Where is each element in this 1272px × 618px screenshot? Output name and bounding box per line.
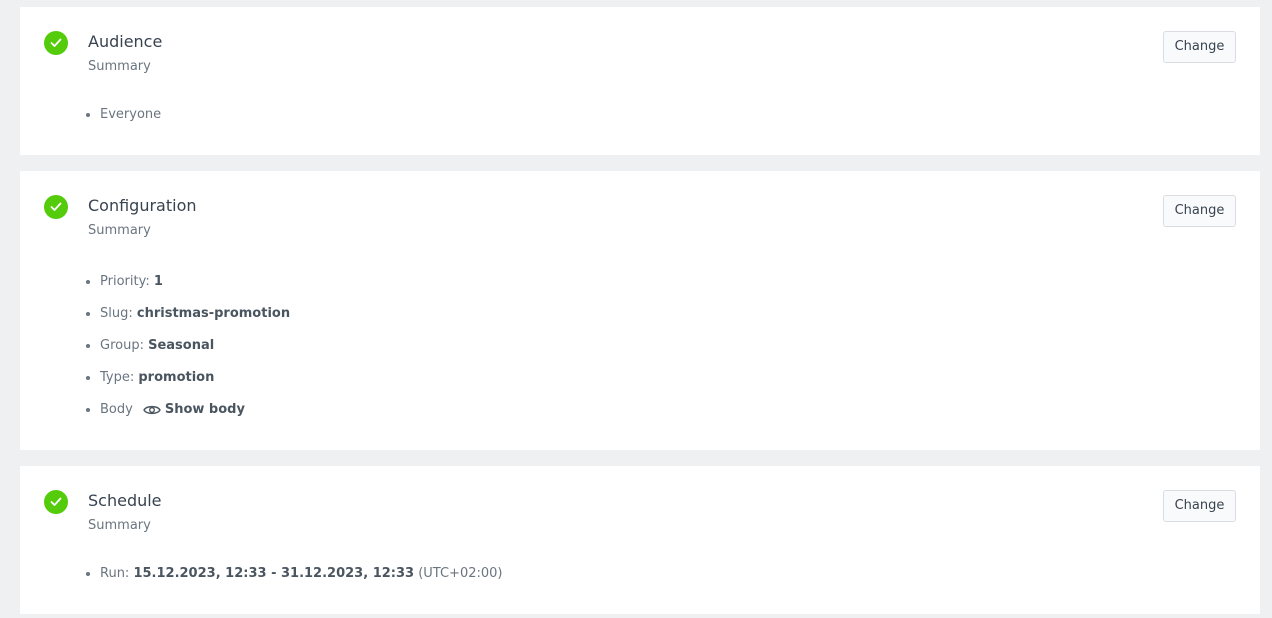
card-subtitle: Summary bbox=[88, 518, 151, 533]
check-circle-icon bbox=[44, 31, 68, 55]
audience-summary-list: Everyone bbox=[86, 105, 161, 137]
type-label: Type: bbox=[100, 370, 139, 385]
group-value: Seasonal bbox=[148, 338, 215, 353]
card-title: Configuration bbox=[88, 196, 197, 215]
body-item: Body Show body bbox=[86, 400, 290, 432]
card-subtitle: Summary bbox=[88, 223, 151, 238]
run-value: 15.12.2023, 12:33 - 31.12.2023, 12:33 bbox=[133, 566, 415, 581]
show-body-label: Show body bbox=[164, 402, 245, 417]
slug-value: christmas-promotion bbox=[136, 306, 291, 321]
type-item: Type: promotion bbox=[86, 368, 290, 400]
configuration-card: Configuration Summary Change Priority: 1… bbox=[20, 171, 1260, 450]
run-label: Run: bbox=[100, 566, 134, 581]
check-circle-icon bbox=[44, 195, 68, 219]
slug-label: Slug: bbox=[100, 306, 137, 321]
eye-icon bbox=[143, 405, 161, 415]
list-item: Everyone bbox=[86, 105, 161, 137]
change-schedule-button[interactable]: Change bbox=[1163, 490, 1236, 522]
check-circle-icon bbox=[44, 490, 68, 514]
run-item: Run: 15.12.2023, 12:33 - 31.12.2023, 12:… bbox=[86, 564, 503, 596]
priority-value: 1 bbox=[153, 274, 163, 289]
configuration-summary-list: Priority: 1 Slug: christmas-promotion Gr… bbox=[86, 272, 290, 432]
run-timezone: (UTC+02:00) bbox=[418, 566, 503, 581]
group-label: Group: bbox=[100, 338, 149, 353]
slug-item: Slug: christmas-promotion bbox=[86, 304, 290, 336]
type-value: promotion bbox=[138, 370, 215, 385]
priority-item: Priority: 1 bbox=[86, 272, 290, 304]
priority-label: Priority: bbox=[100, 274, 154, 289]
card-subtitle: Summary bbox=[88, 59, 151, 74]
group-item: Group: Seasonal bbox=[86, 336, 290, 368]
audience-card: Audience Summary Change Everyone bbox=[20, 7, 1260, 155]
schedule-summary-list: Run: 15.12.2023, 12:33 - 31.12.2023, 12:… bbox=[86, 564, 503, 596]
show-body-link[interactable]: Show body bbox=[143, 400, 245, 420]
body-label: Body bbox=[100, 402, 133, 417]
card-title: Schedule bbox=[88, 491, 162, 510]
card-title: Audience bbox=[88, 32, 163, 51]
change-configuration-button[interactable]: Change bbox=[1163, 195, 1236, 227]
schedule-card: Schedule Summary Change Run: 15.12.2023,… bbox=[20, 466, 1260, 614]
change-audience-button[interactable]: Change bbox=[1163, 31, 1236, 63]
